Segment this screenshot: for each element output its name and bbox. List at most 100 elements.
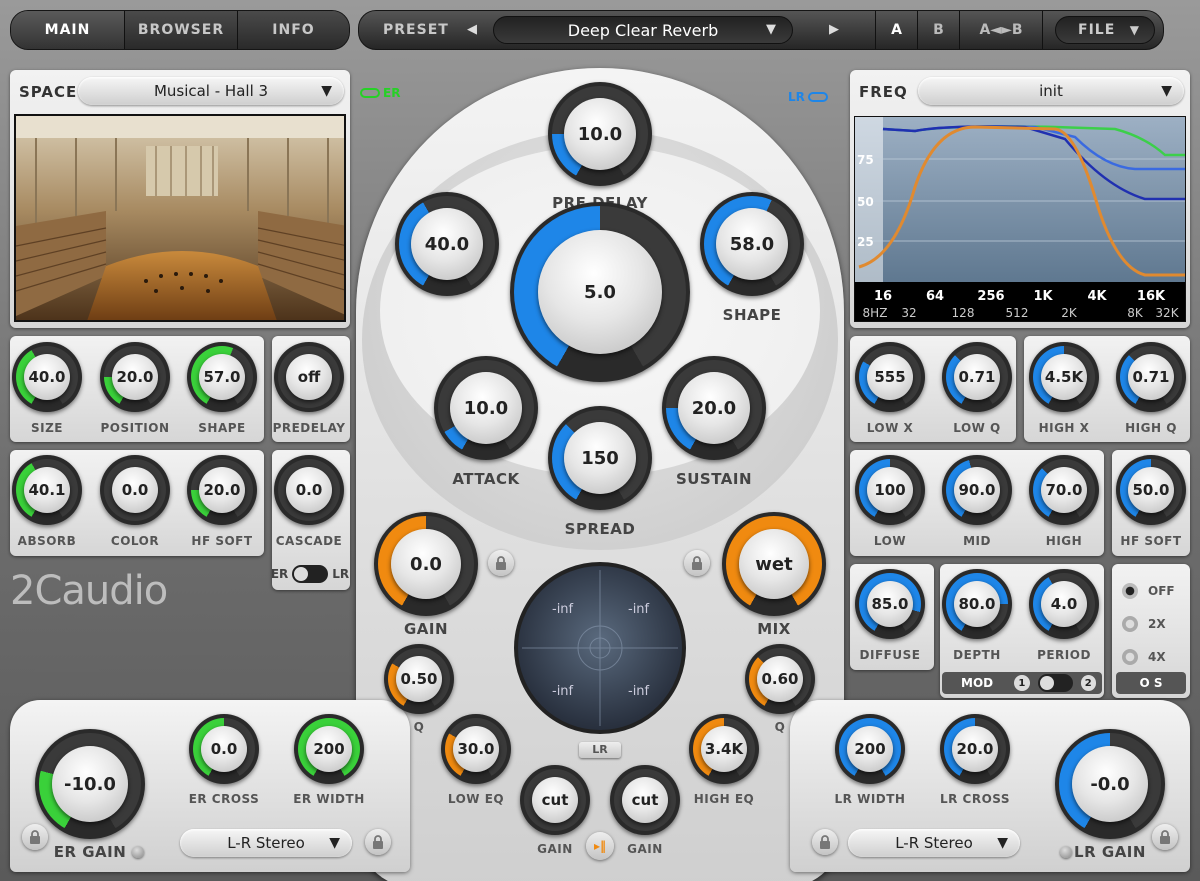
er-gain-knob[interactable]: -10.0 — [35, 729, 145, 839]
os-option-off[interactable]: OFF — [1116, 574, 1186, 607]
er-size-knob[interactable]: 40.0 — [12, 342, 82, 412]
tab-info[interactable]: INFO — [237, 11, 349, 49]
lr-mid-knob[interactable]: 90.0 — [942, 455, 1012, 525]
lr-stereo-lock-button[interactable] — [812, 829, 838, 855]
freq-xtick-minor: 512 — [1006, 306, 1029, 320]
os-4x-label: 4X — [1148, 649, 1166, 664]
radio-icon — [1122, 615, 1138, 632]
attack-knob[interactable]: 10.0 — [434, 356, 538, 460]
preset-next-button[interactable]: ▶ — [829, 22, 839, 37]
size-knob[interactable]: 40.0 — [395, 192, 499, 296]
lr-high-x-knob[interactable]: 4.5K — [1029, 342, 1099, 412]
ab-b-button[interactable]: B — [917, 11, 959, 49]
space-dropdown[interactable]: Musical - Hall 3 ▼ — [78, 77, 344, 105]
er-shape-knob[interactable]: 57.0 — [187, 342, 257, 412]
toggle-switch — [292, 565, 329, 583]
er-link[interactable]: ER — [360, 86, 400, 100]
gain-knob[interactable]: 0.0 — [374, 512, 478, 616]
preset-prev-button[interactable]: ◀ — [467, 22, 477, 37]
tab-browser[interactable]: BROWSER — [124, 11, 237, 49]
er-stereo-lock-button[interactable] — [365, 829, 391, 855]
pre-delay-knob[interactable]: 10.0 — [548, 82, 652, 186]
gain-cut-right-knob[interactable]: cut — [610, 765, 680, 835]
file-menu-button[interactable]: FILE ▼ — [1055, 16, 1155, 44]
lock-icon — [820, 835, 830, 849]
mix-lock-button[interactable] — [684, 550, 710, 576]
preset-selector[interactable]: Deep Clear Reverb ▼ — [493, 16, 793, 44]
lr-depth-knob[interactable]: 80.0 — [942, 569, 1012, 639]
lr-button[interactable]: LR — [579, 742, 621, 758]
chevron-down-icon: ▼ — [766, 22, 776, 37]
preset-label: PRESET — [383, 22, 449, 38]
er-stereo-dropdown[interactable]: L-R Stereo ▼ — [180, 829, 352, 857]
preset-name: Deep Clear Reverb — [567, 20, 719, 40]
spread-value: 150 — [564, 422, 636, 494]
tab-main[interactable]: MAIN — [11, 11, 124, 49]
q-right-knob[interactable]: 0.60 — [745, 644, 815, 714]
lr-period-knob[interactable]: 4.0 — [1029, 569, 1099, 639]
q-left-knob[interactable]: 0.50 — [384, 644, 454, 714]
freq-ytick: 25 — [857, 235, 874, 249]
freq-xtick-minor: 8HZ — [863, 306, 888, 320]
freq-dropdown[interactable]: init ▼ — [918, 77, 1184, 105]
er-predelay-knob[interactable]: off — [274, 342, 344, 412]
freq-xtick: 256 — [977, 289, 1004, 304]
lr-width-knob[interactable]: 200 — [835, 714, 905, 784]
er-shape-value: 57.0 — [199, 354, 245, 400]
shape-knob[interactable]: 58.0 — [700, 192, 804, 296]
lr-link[interactable]: LR — [788, 90, 828, 104]
er-stereo-value: L-R Stereo — [227, 834, 305, 852]
lr-high-q-label: HIGH Q — [1125, 421, 1177, 435]
freq-xtick-minor: 128 — [952, 306, 975, 320]
file-label: FILE — [1078, 22, 1116, 38]
lr-high-knob[interactable]: 70.0 — [1029, 455, 1099, 525]
lr-hf-soft-value: 50.0 — [1128, 467, 1174, 513]
gain-value: 0.0 — [391, 529, 461, 599]
lr-low-x-knob[interactable]: 555 — [855, 342, 925, 412]
sustain-knob[interactable]: 20.0 — [662, 356, 766, 460]
lr-stereo-value: L-R Stereo — [895, 834, 973, 852]
er-gain-label: ER GAIN — [53, 843, 127, 861]
stereo-scope: -inf -inf -inf -inf — [514, 562, 686, 734]
er-cross-value: 0.0 — [201, 726, 247, 772]
lr-stereo-dropdown[interactable]: L-R Stereo ▼ — [848, 829, 1020, 857]
low-eq-knob[interactable]: 30.0 — [441, 714, 511, 784]
cascade-toggle[interactable]: ER LR — [270, 564, 350, 584]
freq-label: FREQ — [859, 83, 908, 101]
mix-label: MIX — [757, 620, 791, 638]
er-position-knob[interactable]: 20.0 — [100, 342, 170, 412]
gain-cut-left-knob[interactable]: cut — [520, 765, 590, 835]
mix-knob[interactable]: wet — [722, 512, 826, 616]
link-icon — [360, 88, 380, 98]
er-cascade-knob[interactable]: 0.0 — [274, 455, 344, 525]
gain-lock-button[interactable] — [488, 550, 514, 576]
ab-swap-button[interactable]: A◄►B — [959, 11, 1043, 49]
ab-a-button[interactable]: A — [875, 11, 917, 49]
gain-label: GAIN — [403, 620, 449, 638]
lr-diffuse-knob[interactable]: 85.0 — [855, 569, 925, 639]
lr-low-knob[interactable]: 100 — [855, 455, 925, 525]
er-hf-soft-knob[interactable]: 20.0 — [187, 455, 257, 525]
er-absorb-knob[interactable]: 40.1 — [12, 455, 82, 525]
mod-toggle[interactable]: MOD 1 2 — [942, 672, 1102, 694]
freq-xtick-minor: 8K — [1127, 306, 1144, 320]
concert-hall-image — [16, 116, 344, 320]
brand-logo: 2Caudio — [10, 568, 168, 614]
lr-low-q-knob[interactable]: 0.71 — [942, 342, 1012, 412]
shape-value: 58.0 — [716, 208, 788, 280]
freq-xtick-minor: 32K — [1155, 306, 1179, 320]
os-option-2x[interactable]: 2X — [1116, 607, 1186, 640]
er-color-knob[interactable]: 0.0 — [100, 455, 170, 525]
spread-knob[interactable]: 150 — [548, 406, 652, 510]
lr-high-q-knob[interactable]: 0.71 — [1116, 342, 1186, 412]
lr-gain-knob[interactable]: -0.0 — [1055, 729, 1165, 839]
lr-diffuse-value: 85.0 — [867, 581, 913, 627]
time-knob[interactable]: 5.0 — [510, 202, 690, 382]
er-cross-knob[interactable]: 0.0 — [189, 714, 259, 784]
high-eq-knob[interactable]: 3.4K — [689, 714, 759, 784]
chevron-down-icon: ▼ — [1129, 23, 1140, 37]
lr-hf-soft-knob[interactable]: 50.0 — [1116, 455, 1186, 525]
er-width-knob[interactable]: 200 — [294, 714, 364, 784]
q-left-value: 0.50 — [396, 656, 442, 702]
lr-cross-knob[interactable]: 20.0 — [940, 714, 1010, 784]
